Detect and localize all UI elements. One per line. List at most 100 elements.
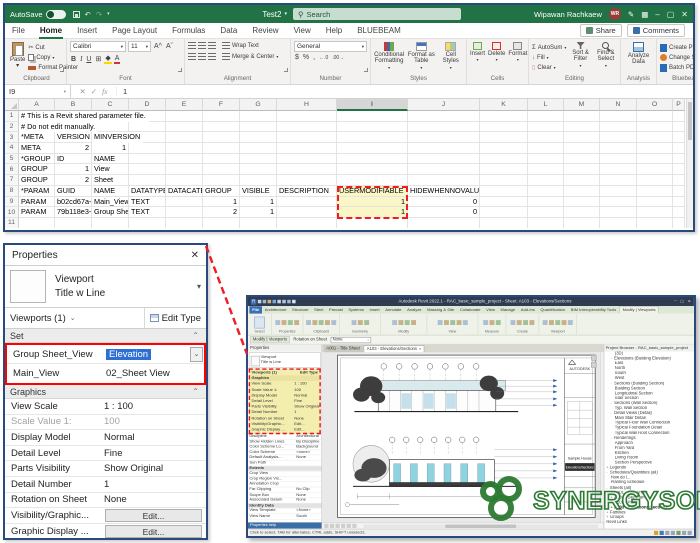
chevron-down-icon[interactable]: ⌄ [70,314,76,322]
column-header-E[interactable]: E [166,99,203,111]
cell[interactable] [528,185,564,197]
cell[interactable]: # This is a Revit shared parameter file. [19,111,149,122]
sort-filter-button[interactable]: Sort & Filter ▾ [569,41,591,68]
search-input[interactable]: ⚲ Search [293,8,461,20]
cell[interactable]: 1 [337,196,408,208]
cell[interactable]: *PARAM [19,185,55,197]
qat-more-icon[interactable]: ▾ [107,11,110,17]
cell[interactable] [673,121,685,133]
percent-format-icon[interactable]: % [302,54,310,61]
cell[interactable] [277,111,337,122]
tool-icon[interactable] [312,319,318,325]
cell[interactable]: View [92,164,129,176]
crop-icon[interactable] [352,523,357,528]
minimize-button[interactable]: – [674,299,676,304]
tool-icon[interactable] [456,319,462,325]
cell[interactable] [240,217,277,228]
column-header-N[interactable]: N [600,99,637,111]
scale-icon[interactable] [324,523,329,528]
ribbon-tab-analyze[interactable]: Analyze [404,306,424,314]
column-header-I[interactable]: I [337,99,408,111]
cell[interactable] [637,111,673,122]
cell[interactable] [408,121,480,133]
cell[interactable]: 79b118e3- [55,207,92,218]
decrease-font-icon[interactable]: Aˇ [165,43,174,50]
font-size-select[interactable]: 11 ▾ [128,41,151,52]
column-header-L[interactable]: L [528,99,564,111]
shadows-icon[interactable] [346,523,351,528]
cell[interactable] [203,164,240,176]
font-name-select[interactable]: Calibri ▾ [70,41,126,52]
element-filter-select[interactable]: Viewports (1) [10,313,66,324]
cell[interactable] [564,153,600,165]
property-value[interactable]: None [101,494,206,505]
cell[interactable] [277,164,337,176]
cell[interactable] [240,164,277,176]
ribbon-display-icon[interactable]: ▦ [641,10,648,19]
cell[interactable] [337,175,408,186]
property-value[interactable] [296,461,321,466]
ribbon-tab-steel[interactable]: Steel [311,306,326,314]
cell[interactable] [166,111,203,122]
conditional-formatting-button[interactable]: Conditional Formatting ▾ [374,41,404,70]
steering-wheel-icon[interactable] [591,355,597,361]
tool-icon[interactable] [529,319,535,325]
cell[interactable] [600,196,637,208]
column-header-M[interactable]: M [564,99,600,111]
pencil-icon[interactable]: ✎ [628,10,634,19]
tool-icon[interactable] [331,319,337,325]
analyze-data-button[interactable]: Analyze Data [624,41,653,66]
ribbon-tab-annotate[interactable]: Annotate [382,306,404,314]
cell[interactable] [637,175,673,186]
menu-tab-review[interactable]: Review [251,23,279,39]
menu-tab-file[interactable]: File [11,23,26,39]
section-header-set[interactable]: Set [10,331,24,341]
cell[interactable] [277,121,337,133]
dialog-launcher-icon[interactable] [178,68,182,72]
decrease-decimal-icon[interactable]: .00→ [331,55,345,61]
cell[interactable] [203,121,240,133]
view-tab[interactable]: A103 - Elevations/Sections × [363,345,425,353]
cell[interactable] [564,121,600,133]
dropdown-button[interactable]: ⌄ [190,346,203,362]
cell[interactable] [129,164,166,176]
tool-icon[interactable] [281,319,287,325]
cell[interactable] [673,143,685,154]
comments-button[interactable]: Comments [626,24,685,37]
cell[interactable] [528,196,564,208]
change-settings-button[interactable]: Change Settings [660,53,693,62]
cell[interactable]: GROUP [203,185,240,197]
cell[interactable]: 2 [203,207,240,218]
vertical-scrollbar[interactable] [686,99,693,228]
cell[interactable]: 1 [55,164,92,176]
cancel-icon[interactable]: ✕ [79,87,85,96]
avatar[interactable]: WR [608,8,621,20]
property-value[interactable]: No Clip [296,487,321,492]
cell[interactable] [673,164,685,176]
cell[interactable] [129,175,166,186]
status-icons[interactable] [654,530,692,535]
tool-icon[interactable] [523,319,528,325]
tool-icon[interactable] [357,319,363,325]
autosave-toggle[interactable]: AutoSave [10,9,66,19]
tool-icon[interactable] [275,319,281,325]
cell[interactable]: DATATYPE [129,185,166,197]
cell[interactable] [528,111,564,122]
cell[interactable] [277,207,337,218]
ribbon-tab-structure[interactable]: Structure [289,306,311,314]
row-header-5[interactable]: 5 [5,153,19,165]
cell[interactable] [637,143,673,154]
align-top-icon[interactable] [188,42,196,49]
cell[interactable] [600,143,637,154]
ribbon-tab-manage[interactable]: Manage [498,306,518,314]
section-header-graphics[interactable]: Graphics [10,387,46,397]
tool-icon[interactable] [510,319,516,325]
ribbon-tab-architecture[interactable]: Architecture [262,306,289,314]
cell[interactable]: *META [19,132,55,144]
tool-icon[interactable] [318,319,324,325]
cell[interactable]: Sheet [92,175,129,186]
title-dropdown-icon[interactable]: ▾ [284,11,287,17]
close-icon[interactable]: ✕ [191,250,199,261]
batch-pdf-button[interactable]: Batch PDF [660,63,693,72]
cell[interactable] [600,207,637,218]
